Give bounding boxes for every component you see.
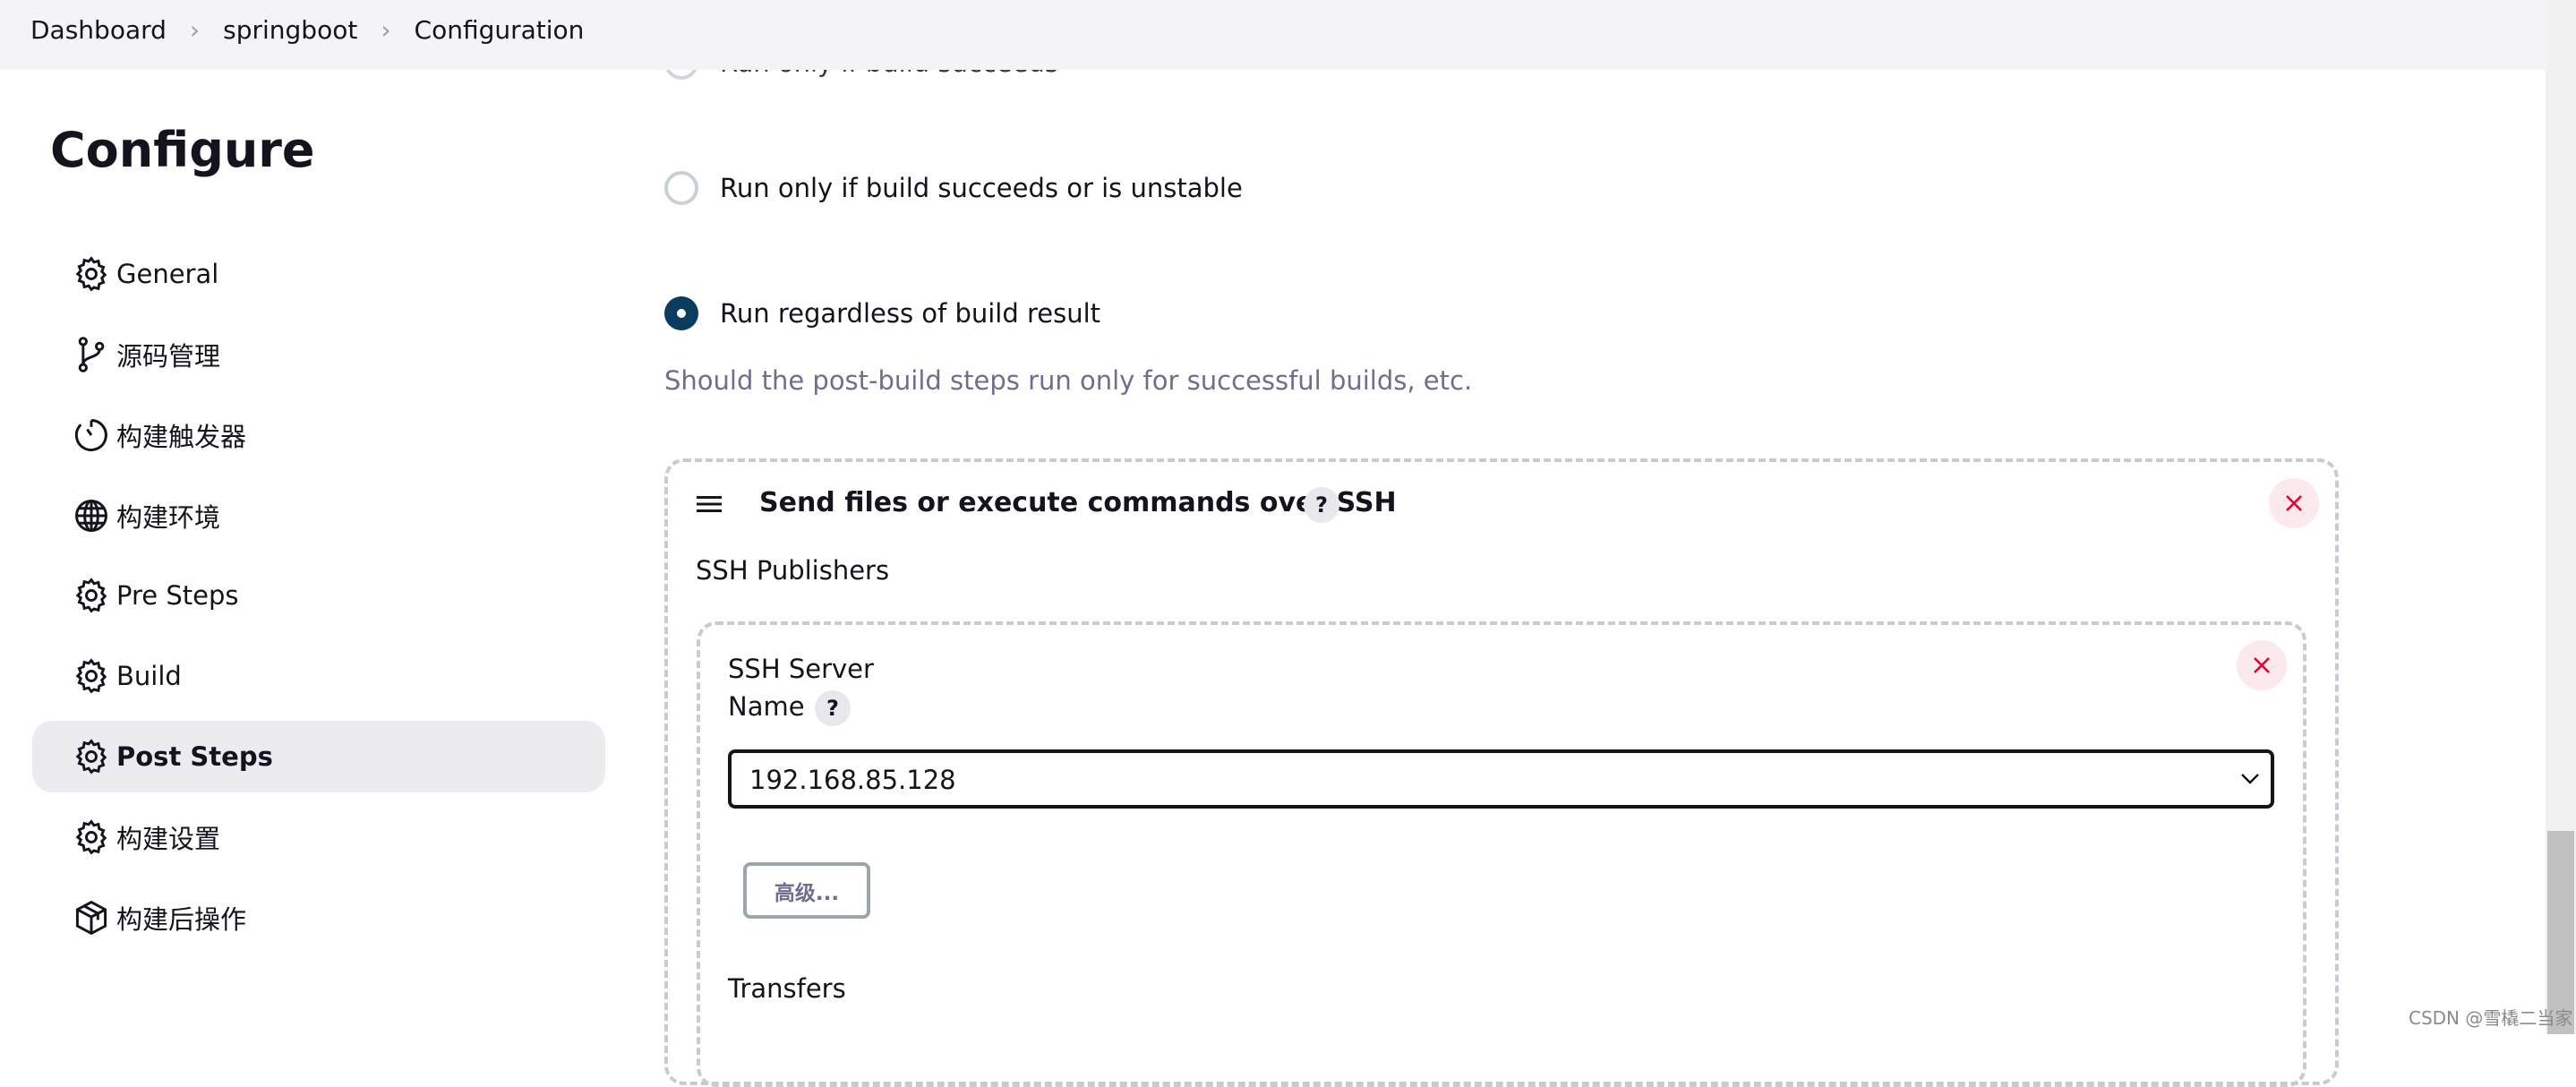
breadcrumb-bar: Dashboard › springboot › Configuration [0, 0, 2546, 70]
gear-icon [75, 739, 107, 775]
name-help-icon[interactable]: ? [815, 690, 851, 726]
gear-icon [75, 578, 107, 613]
name-label: Name [728, 691, 805, 722]
globe-icon [75, 500, 107, 532]
sidebar-item-label: 构建后操作 [116, 904, 247, 935]
ssh-publisher-container [697, 621, 2306, 1087]
sidebar-item-build-environment[interactable]: 构建环境 [32, 480, 605, 552]
chevron-right-icon: › [381, 14, 391, 45]
watermark: CSDN @雪橇二当家 [2409, 1007, 2573, 1029]
sidebar-item-label: Pre Steps [116, 580, 239, 611]
delete-publisher-button[interactable] [2237, 640, 2287, 690]
chevron-right-icon: › [189, 14, 201, 45]
gear-icon [75, 819, 107, 855]
sidebar-item-build-triggers[interactable]: 构建触发器 [32, 399, 605, 471]
post-steps-help-text: Should the post-build steps run only for… [664, 365, 1473, 396]
sidebar-item-label: 构建环境 [116, 502, 221, 533]
breadcrumb-springboot[interactable]: springboot [223, 15, 357, 45]
package-icon [75, 900, 107, 936]
ssh-step-title: Send files or execute commands over SSH [759, 487, 1397, 518]
ssh-server-label: SSH Server [728, 654, 874, 684]
sidebar-item-label: Post Steps [116, 741, 273, 772]
radio-button[interactable] [664, 171, 698, 205]
sidebar-item-general[interactable]: General [32, 238, 605, 310]
radio-option-success-or-unstable[interactable]: Run only if build succeeds or is unstabl… [664, 171, 1243, 205]
git-branch-icon [78, 337, 105, 372]
chevron-down-icon [2241, 774, 2259, 784]
sidebar-item-build-settings[interactable]: 构建设置 [32, 801, 605, 873]
radio-label: Run only if build succeeds or is unstabl… [720, 173, 1243, 203]
page-title: Configure [50, 122, 315, 178]
advanced-button[interactable]: 高级... [743, 862, 870, 919]
radio-button-checked[interactable] [664, 296, 698, 330]
sidebar-item-post-steps[interactable]: Post Steps [32, 721, 605, 792]
ssh-server-name-select[interactable]: 192.168.85.128 [728, 749, 2274, 809]
sidebar-item-label: Build [116, 661, 182, 691]
sidebar-item-build[interactable]: Build [32, 640, 605, 712]
radio-option-regardless[interactable]: Run regardless of build result [664, 296, 1100, 330]
select-value: 192.168.85.128 [749, 765, 956, 795]
transfers-label: Transfers [728, 973, 846, 1004]
sidebar-item-source-code[interactable]: 源码管理 [32, 319, 605, 390]
breadcrumb-dashboard[interactable]: Dashboard [30, 15, 167, 45]
close-icon [2254, 657, 2270, 673]
sidebar-item-post-build-actions[interactable]: 构建后操作 [32, 882, 605, 954]
sidebar-item-label: 构建触发器 [116, 422, 247, 452]
sidebar-item-label: 构建设置 [116, 824, 221, 854]
breadcrumb: Dashboard › springboot › Configuration [30, 15, 584, 45]
help-icon[interactable]: ? [1304, 487, 1339, 523]
delete-step-button[interactable] [2269, 478, 2319, 528]
sidebar-item-pre-steps[interactable]: Pre Steps [32, 560, 605, 631]
breadcrumb-configuration[interactable]: Configuration [415, 15, 585, 45]
timer-icon [74, 419, 107, 451]
close-icon [2286, 495, 2302, 511]
sidebar-item-label: 源码管理 [116, 341, 221, 372]
gear-icon [75, 658, 107, 694]
drag-handle-icon[interactable] [697, 492, 725, 516]
sidebar-item-label: General [116, 259, 219, 289]
gear-icon [75, 256, 107, 292]
radio-label: Run regardless of build result [720, 298, 1101, 329]
ssh-publishers-label: SSH Publishers [696, 555, 890, 586]
